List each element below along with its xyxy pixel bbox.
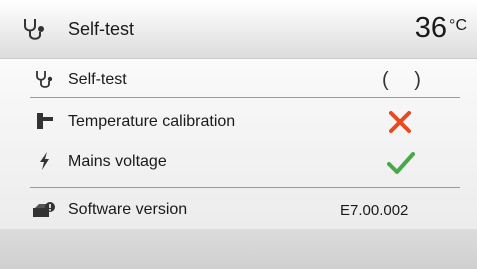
footer-bar [0,229,477,269]
status-panel: Self-test ( ) Temperature calibration Ma… [0,59,477,229]
row-label: Mains voltage [68,153,167,170]
separator [30,187,460,188]
software-icon [33,202,55,217]
header-bar: Self-test 36 °C [0,0,477,59]
progress-spinner-icon: ( ) [382,69,431,91]
temperature-unit: °C [449,17,467,34]
temperature-value: 36 [414,12,447,44]
checkmark-icon [387,152,415,174]
row-label: Temperature calibration [68,113,236,130]
row-temperature-calibration: Temperature calibration [0,105,477,139]
lightning-icon [40,152,49,170]
software-version-value: E7.00.002 [340,202,409,219]
stethoscope-icon [24,19,44,40]
row-self-test: Self-test ( ) [0,63,477,97]
calibration-icon [37,113,53,129]
row-software-version: Software version E7.00.002 [0,193,477,227]
row-label: Self-test [68,71,127,88]
page-title: Self-test [68,19,135,39]
row-label: Software version [68,201,188,218]
row-mains-voltage: Mains voltage [0,145,477,179]
stethoscope-icon [36,71,53,88]
cross-icon [389,111,411,133]
separator [30,97,460,98]
